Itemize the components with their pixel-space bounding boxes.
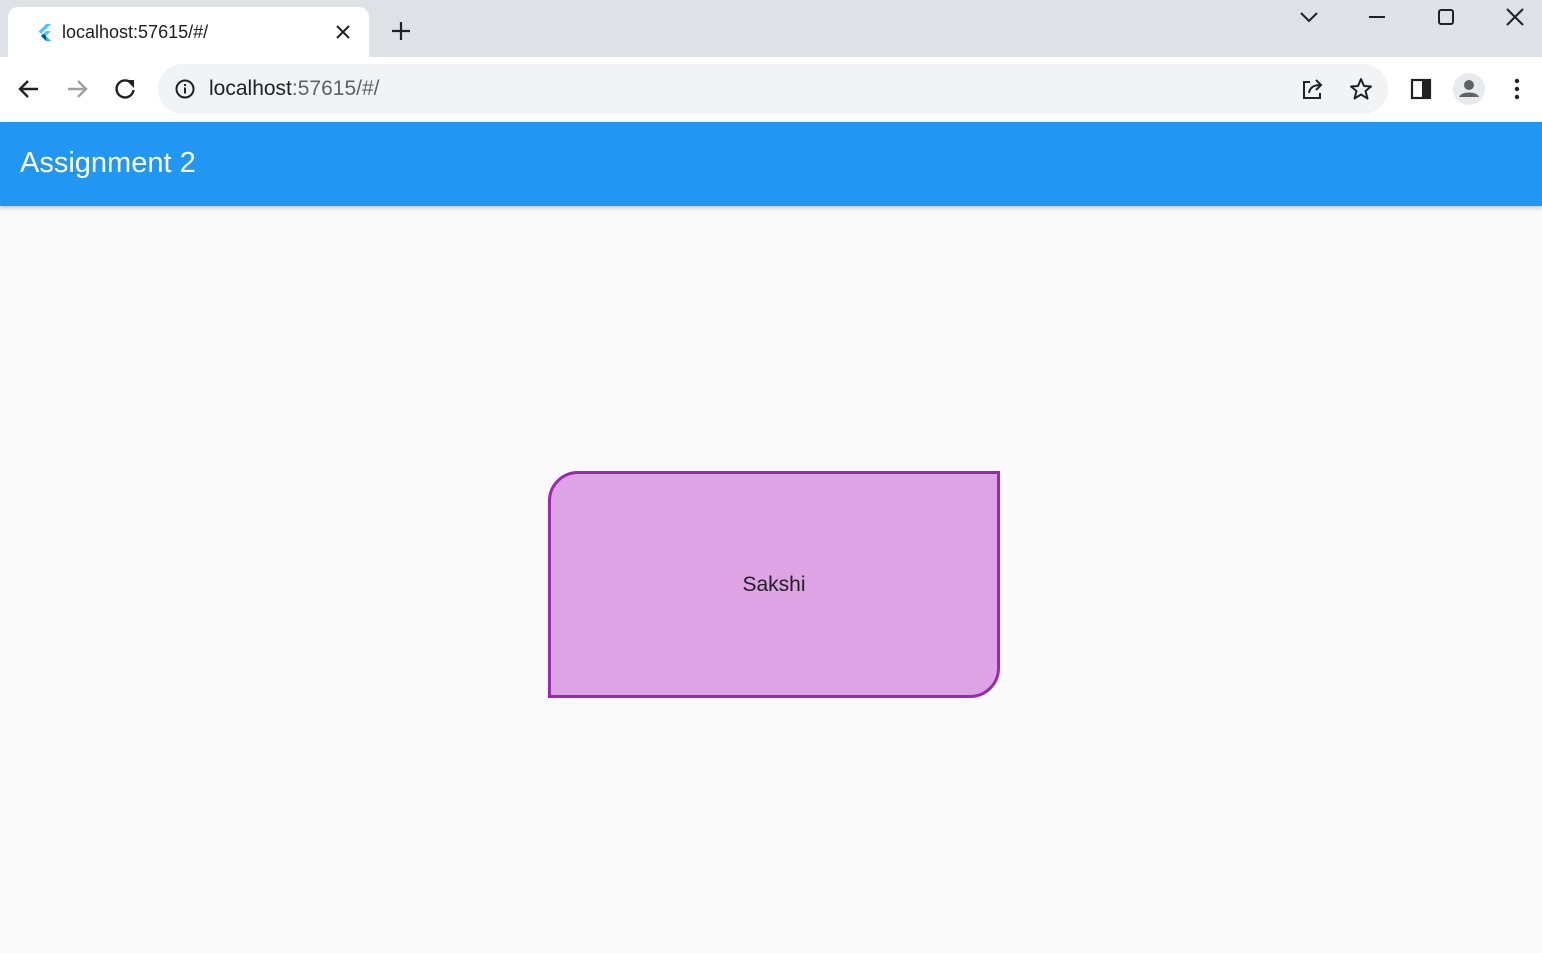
url-host: localhost <box>209 77 292 100</box>
tab-title: localhost:57615/#/ <box>62 22 209 42</box>
more-menu-icon[interactable] <box>1504 76 1530 102</box>
name-card: Sakshi <box>548 471 1000 698</box>
tab-strip: localhost:57615/#/ <box>0 0 1542 57</box>
back-arrow-icon[interactable] <box>16 76 42 102</box>
app-bar: Assignment 2 <box>0 122 1542 206</box>
card-label: Sakshi <box>742 572 806 596</box>
close-icon[interactable] <box>334 23 352 41</box>
profile-avatar-icon[interactable] <box>1452 72 1486 106</box>
site-info-icon[interactable] <box>174 78 196 100</box>
reload-icon[interactable] <box>112 76 138 102</box>
forward-arrow-icon[interactable] <box>64 76 90 102</box>
new-tab-plus-icon[interactable] <box>390 20 412 42</box>
maximize-icon[interactable] <box>1435 6 1457 28</box>
minimize-icon[interactable] <box>1366 6 1388 28</box>
share-icon[interactable] <box>1300 76 1326 102</box>
window-close-icon[interactable] <box>1504 6 1526 28</box>
app-title: Assignment 2 <box>20 147 196 179</box>
tab-search-chevron-icon[interactable] <box>1298 6 1320 28</box>
side-panel-icon[interactable] <box>1408 76 1434 102</box>
bookmark-star-icon[interactable] <box>1348 76 1374 102</box>
url-text[interactable]: localhost:57615/#/ <box>209 77 379 101</box>
flutter-logo-icon <box>38 24 51 41</box>
address-bar[interactable]: localhost:57615/#/ <box>158 64 1388 114</box>
browser-tab[interactable]: localhost:57615/#/ <box>8 7 369 57</box>
browser-toolbar: localhost:57615/#/ <box>0 57 1542 122</box>
url-path: :57615/#/ <box>291 77 380 100</box>
